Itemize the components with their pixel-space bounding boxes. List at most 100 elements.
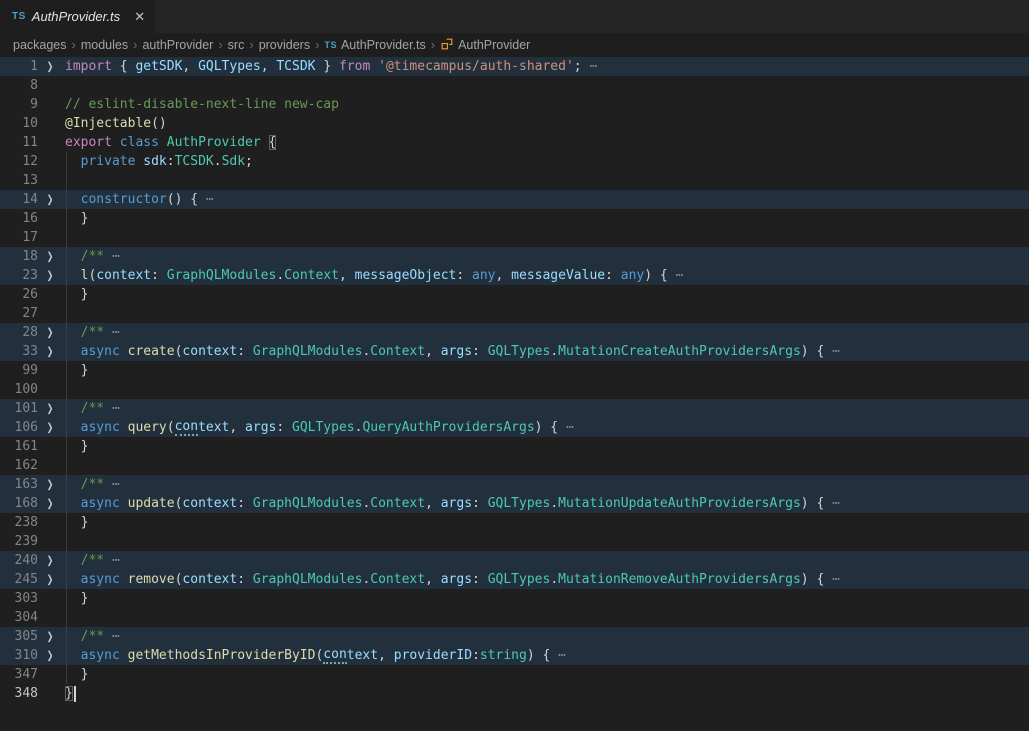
code-line-content[interactable]: /** ⋯ bbox=[62, 475, 1029, 494]
line-gutter[interactable]: 163❯ bbox=[0, 475, 62, 494]
line-gutter[interactable]: 100 bbox=[0, 380, 62, 399]
breadcrumb-item-packages[interactable]: packages bbox=[13, 38, 67, 52]
line-gutter[interactable]: 162 bbox=[0, 456, 62, 475]
line-gutter[interactable]: 348 bbox=[0, 684, 62, 703]
line-gutter[interactable]: 28❯ bbox=[0, 323, 62, 342]
code-line[interactable]: 162 bbox=[0, 456, 1029, 475]
code-line-content[interactable]: constructor() { ⋯ bbox=[62, 190, 1029, 209]
code-line-content[interactable] bbox=[62, 76, 1029, 95]
code-line-content[interactable]: } bbox=[62, 285, 1029, 304]
code-line[interactable]: 240❯ /** ⋯ bbox=[0, 551, 1029, 570]
line-gutter[interactable]: 99 bbox=[0, 361, 62, 380]
code-line[interactable]: 17 bbox=[0, 228, 1029, 247]
line-number[interactable]: 304 bbox=[0, 610, 38, 625]
line-gutter[interactable]: 304 bbox=[0, 608, 62, 627]
code-line[interactable]: 12 private sdk:TCSDK.Sdk; bbox=[0, 152, 1029, 171]
code-line-content[interactable]: /** ⋯ bbox=[62, 551, 1029, 570]
code-line-content[interactable]: async getMethodsInProviderByID(context, … bbox=[62, 646, 1029, 665]
code-line-content[interactable]: import { getSDK, GQLTypes, TCSDK } from … bbox=[62, 57, 1029, 76]
code-line[interactable]: 18❯ /** ⋯ bbox=[0, 247, 1029, 266]
code-line[interactable]: 1❯import { getSDK, GQLTypes, TCSDK } fro… bbox=[0, 57, 1029, 76]
line-gutter[interactable]: 245❯ bbox=[0, 570, 62, 589]
line-number[interactable]: 17 bbox=[0, 230, 38, 245]
code-line[interactable]: 8 bbox=[0, 76, 1029, 95]
line-number[interactable]: 12 bbox=[0, 154, 38, 169]
fold-chevron-icon[interactable]: ❯ bbox=[38, 324, 62, 341]
line-gutter[interactable]: 161 bbox=[0, 437, 62, 456]
line-number[interactable]: 310 bbox=[0, 648, 38, 663]
line-number[interactable]: 161 bbox=[0, 439, 38, 454]
line-gutter[interactable]: 347 bbox=[0, 665, 62, 684]
code-line[interactable]: 99 } bbox=[0, 361, 1029, 380]
code-editor[interactable]: 1❯import { getSDK, GQLTypes, TCSDK } fro… bbox=[0, 57, 1029, 731]
code-line-content[interactable]: } bbox=[62, 209, 1029, 228]
fold-chevron-icon[interactable]: ❯ bbox=[38, 571, 62, 588]
line-number[interactable]: 162 bbox=[0, 458, 38, 473]
line-gutter[interactable]: 238 bbox=[0, 513, 62, 532]
line-gutter[interactable]: 26 bbox=[0, 285, 62, 304]
line-number[interactable]: 11 bbox=[0, 135, 38, 150]
code-line[interactable]: 9// eslint-disable-next-line new-cap bbox=[0, 95, 1029, 114]
close-icon[interactable]: ✕ bbox=[134, 9, 145, 25]
line-number[interactable]: 99 bbox=[0, 363, 38, 378]
code-line-content[interactable]: } bbox=[62, 684, 1029, 703]
code-line[interactable]: 10 @Injectable() bbox=[0, 114, 1029, 133]
line-gutter[interactable]: 23❯ bbox=[0, 266, 62, 285]
code-line[interactable]: 14❯ constructor() { ⋯ bbox=[0, 190, 1029, 209]
line-number[interactable]: 33 bbox=[0, 344, 38, 359]
code-line-content[interactable]: @Injectable() bbox=[62, 114, 1029, 133]
code-line-content[interactable]: /** ⋯ bbox=[62, 247, 1029, 266]
code-line-content[interactable] bbox=[62, 532, 1029, 551]
line-gutter[interactable]: 303 bbox=[0, 589, 62, 608]
tab-authprovider[interactable]: TS AuthProvider.ts ✕ bbox=[0, 0, 155, 33]
breadcrumb-item-authprovider-ts[interactable]: TSAuthProvider.ts bbox=[324, 38, 425, 52]
code-line[interactable]: 13 bbox=[0, 171, 1029, 190]
code-line-content[interactable]: l(context: GraphQLModules.Context, messa… bbox=[62, 266, 1029, 285]
code-line-content[interactable]: async create(context: GraphQLModules.Con… bbox=[62, 342, 1029, 361]
line-number[interactable]: 28 bbox=[0, 325, 38, 340]
code-line[interactable]: 163❯ /** ⋯ bbox=[0, 475, 1029, 494]
line-number[interactable]: 8 bbox=[0, 78, 38, 93]
code-line[interactable]: 305❯ /** ⋯ bbox=[0, 627, 1029, 646]
line-number[interactable]: 168 bbox=[0, 496, 38, 511]
line-number[interactable]: 23 bbox=[0, 268, 38, 283]
line-number[interactable]: 163 bbox=[0, 477, 38, 492]
code-line-content[interactable] bbox=[62, 171, 1029, 190]
line-gutter[interactable]: 305❯ bbox=[0, 627, 62, 646]
code-line-content[interactable] bbox=[62, 456, 1029, 475]
code-line-content[interactable] bbox=[62, 228, 1029, 247]
fold-chevron-icon[interactable]: ❯ bbox=[38, 58, 62, 75]
code-line[interactable]: 304 bbox=[0, 608, 1029, 627]
fold-chevron-icon[interactable]: ❯ bbox=[38, 628, 62, 645]
line-gutter[interactable]: 1❯ bbox=[0, 57, 62, 76]
line-number[interactable]: 348 bbox=[0, 686, 38, 701]
code-line-content[interactable]: async update(context: GraphQLModules.Con… bbox=[62, 494, 1029, 513]
code-line-content[interactable]: /** ⋯ bbox=[62, 323, 1029, 342]
line-gutter[interactable]: 239 bbox=[0, 532, 62, 551]
code-line[interactable]: 239 bbox=[0, 532, 1029, 551]
code-line-content[interactable]: export class AuthProvider { bbox=[62, 133, 1029, 152]
code-line[interactable]: 161 } bbox=[0, 437, 1029, 456]
code-line-content[interactable] bbox=[62, 304, 1029, 323]
line-number[interactable]: 240 bbox=[0, 553, 38, 568]
code-line[interactable]: 28❯ /** ⋯ bbox=[0, 323, 1029, 342]
code-line-content[interactable]: } bbox=[62, 589, 1029, 608]
line-number[interactable]: 303 bbox=[0, 591, 38, 606]
line-gutter[interactable]: 18❯ bbox=[0, 247, 62, 266]
code-line[interactable]: 310❯ async getMethodsInProviderByID(cont… bbox=[0, 646, 1029, 665]
line-number[interactable]: 305 bbox=[0, 629, 38, 644]
line-number[interactable]: 18 bbox=[0, 249, 38, 264]
line-number[interactable]: 27 bbox=[0, 306, 38, 321]
code-line-content[interactable]: } bbox=[62, 437, 1029, 456]
line-number[interactable]: 347 bbox=[0, 667, 38, 682]
line-number[interactable]: 16 bbox=[0, 211, 38, 226]
code-line[interactable]: 238 } bbox=[0, 513, 1029, 532]
line-number[interactable]: 245 bbox=[0, 572, 38, 587]
fold-chevron-icon[interactable]: ❯ bbox=[38, 267, 62, 284]
fold-chevron-icon[interactable]: ❯ bbox=[38, 343, 62, 360]
code-line-content[interactable]: async remove(context: GraphQLModules.Con… bbox=[62, 570, 1029, 589]
line-gutter[interactable]: 27 bbox=[0, 304, 62, 323]
line-number[interactable]: 10 bbox=[0, 116, 38, 131]
breadcrumb-item-providers[interactable]: providers bbox=[259, 38, 310, 52]
line-number[interactable]: 13 bbox=[0, 173, 38, 188]
